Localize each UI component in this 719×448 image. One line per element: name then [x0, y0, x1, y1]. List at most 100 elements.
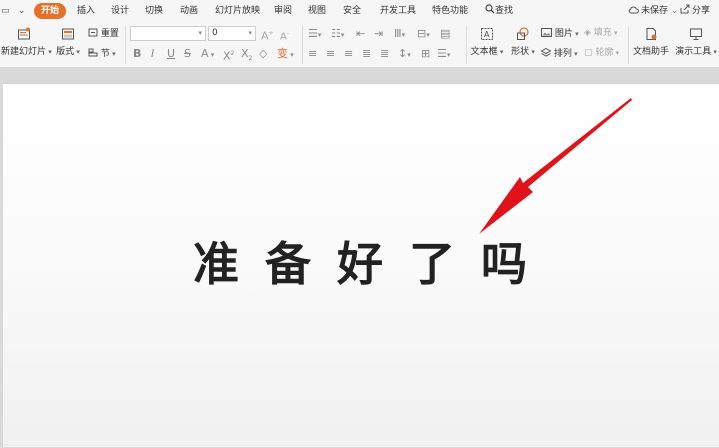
reset-label: 重置 [100, 29, 119, 39]
arrange-label: 排列 [553, 49, 572, 59]
search-icon [485, 4, 495, 14]
tab-design[interactable]: 设计 [111, 3, 129, 19]
superscript-icon[interactable]: X2 [223, 48, 234, 63]
layout-icon [62, 28, 74, 40]
reset-icon [88, 28, 98, 37]
numbered-list-icon[interactable]: ☷▾ [331, 28, 344, 41]
cloud-icon [628, 6, 639, 14]
fill-icon: ◈ [584, 28, 591, 38]
share-label: 分享 [692, 6, 711, 16]
search-button[interactable]: 查找 [485, 3, 513, 19]
increase-font-icon[interactable]: A+ [261, 28, 274, 42]
search-label: 查找 [495, 6, 514, 16]
unsaved-status[interactable]: 未保存 ⌄ [628, 3, 678, 19]
outline-icon: ▢ [584, 48, 593, 58]
present-tools-label: 演示工具 [675, 47, 712, 57]
tab-special-features[interactable]: 特色功能 [432, 3, 468, 19]
fill-button[interactable]: ◈ 填充 ▾ [584, 28, 618, 39]
tab-home[interactable]: 开始 [34, 3, 67, 19]
subscript-icon[interactable]: X2 [241, 47, 252, 65]
arrange-button[interactable]: 排列 ▾ [540, 47, 578, 60]
align-left-icon[interactable]: ≡ [308, 48, 317, 60]
tab-animation[interactable]: 动画 [180, 3, 198, 19]
tab-security[interactable]: 安全 [343, 3, 361, 19]
slide-canvas[interactable]: 准备好了吗 [3, 83, 719, 447]
new-slide-button[interactable]: 新建幻灯片 ▾ [1, 27, 52, 57]
quick-access-dropdown-icon[interactable]: ⌄ [18, 5, 26, 17]
textbox-label: 文本框 [470, 47, 498, 57]
new-slide-label: 新建幻灯片 [1, 47, 47, 57]
textbox-icon: A [481, 28, 493, 40]
tab-developer[interactable]: 开发工具 [380, 3, 416, 19]
font-color-icon[interactable]: A ▾ [201, 48, 214, 61]
shape-button[interactable]: 形状 ▾ [509, 27, 537, 57]
picture-label: 图片 [554, 29, 573, 39]
layout-label: 版式 [56, 47, 75, 57]
decrease-font-icon[interactable]: A- [280, 28, 289, 42]
svg-text:A: A [484, 30, 490, 39]
tab-slideshow[interactable]: 幻灯片放映 [215, 3, 260, 19]
separator [302, 26, 303, 64]
increase-indent-icon[interactable]: ⇥ [374, 28, 383, 40]
strikethrough-icon[interactable]: S [184, 48, 191, 60]
font-size-select[interactable]: 0 ▾ [208, 26, 256, 41]
clear-format-icon[interactable]: ◇ [259, 48, 267, 60]
slide-workspace: 准备好了吗 [0, 69, 719, 447]
layout-button[interactable]: 版式 ▾ [55, 27, 81, 57]
arrange-icon [540, 47, 552, 57]
arrow-shape [479, 98, 632, 234]
shape-label: 形状 [511, 47, 530, 57]
smart-list-icon[interactable]: ☰▾ [437, 48, 450, 61]
separator [628, 26, 629, 64]
share-button[interactable]: 分享 [680, 3, 710, 19]
align-center-icon[interactable]: ≡ [326, 48, 335, 60]
decrease-indent-icon[interactable]: ⇤ [356, 28, 365, 40]
italic-icon[interactable]: I [151, 48, 154, 60]
new-slide-icon [18, 27, 30, 40]
doc-assistant-label: 文档助手 [633, 47, 670, 57]
text-effect-icon[interactable]: 变 ▾ [277, 48, 294, 61]
section-icon [88, 48, 98, 57]
font-family-select[interactable]: ▾ [130, 26, 206, 41]
projector-icon [690, 28, 702, 40]
text-direction-icon[interactable]: Ⅲ▾ [394, 28, 405, 41]
line-spacing-icon[interactable]: ↕▾ [398, 48, 411, 61]
underline-icon[interactable]: U [167, 48, 175, 60]
separator [125, 26, 126, 64]
shape-icon [517, 27, 529, 40]
tab-review[interactable]: 审阅 [274, 3, 292, 19]
red-arrow-annotation [479, 98, 632, 234]
textbox-button[interactable]: A 文本框 ▾ [470, 27, 504, 57]
bold-icon[interactable]: B [133, 48, 141, 60]
outline-label: 轮廓 [595, 48, 614, 58]
share-icon [680, 4, 690, 14]
align-text-icon[interactable]: ⊟▾ [417, 28, 430, 41]
tab-transition[interactable]: 切换 [145, 3, 163, 19]
doc-assistant-icon [646, 28, 657, 40]
unsaved-label: 未保存 [641, 6, 669, 16]
align-right-icon[interactable]: ≡ [344, 48, 353, 60]
picture-icon [541, 28, 552, 37]
paragraph-icon[interactable]: ⊞ [421, 48, 430, 60]
doc-assistant-button[interactable]: 文档助手 [633, 27, 669, 57]
reset-button[interactable]: 重置 [88, 28, 119, 40]
outline-button[interactable]: ▢ 轮廓 ▾ [584, 48, 619, 59]
fill-label: 填充 [593, 28, 612, 38]
chevron-down-icon: ▾ [198, 29, 202, 37]
menu-bar: ▭ ⌄ 开始 插入 设计 切换 动画 幻灯片放映 审阅 视图 安全 开发工具 特… [0, 0, 719, 22]
ribbon-toolbar: 新建幻灯片 ▾ 版式 ▾ 重置 节 ▾ ▾ 0 ▾ A+ A- B I U S A… [0, 22, 719, 68]
separator [466, 26, 467, 64]
columns-icon[interactable]: ▤ [440, 28, 450, 40]
file-icon[interactable]: ▭ [1, 5, 10, 17]
distribute-icon[interactable]: ≣ [380, 48, 389, 60]
tab-insert[interactable]: 插入 [77, 3, 95, 19]
picture-button[interactable]: 图片 ▾ [541, 28, 579, 40]
wps-presentation-window: ▭ ⌄ 开始 插入 设计 切换 动画 幻灯片放映 审阅 视图 安全 开发工具 特… [0, 0, 719, 447]
present-tools-button[interactable]: 演示工具 ▾ [674, 27, 718, 57]
font-size-value: 0 [212, 28, 218, 38]
justify-icon[interactable]: ≣ [362, 48, 371, 60]
section-button[interactable]: 节 ▾ [88, 48, 116, 60]
tab-view[interactable]: 视图 [308, 3, 326, 19]
section-label: 节 [100, 49, 110, 59]
bullet-list-icon[interactable]: ☰▾ [308, 28, 321, 41]
